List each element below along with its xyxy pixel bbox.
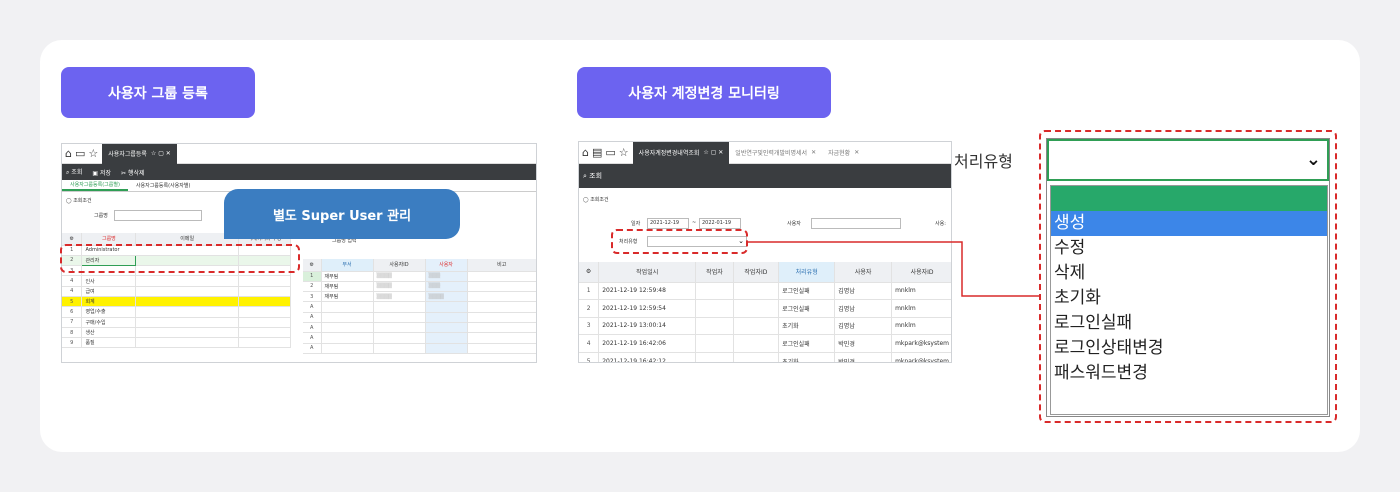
connector-path bbox=[748, 241, 1040, 297]
zoomed-process-type-label: 처리유형 bbox=[954, 152, 1013, 171]
highlight-dropdown bbox=[1039, 130, 1337, 423]
